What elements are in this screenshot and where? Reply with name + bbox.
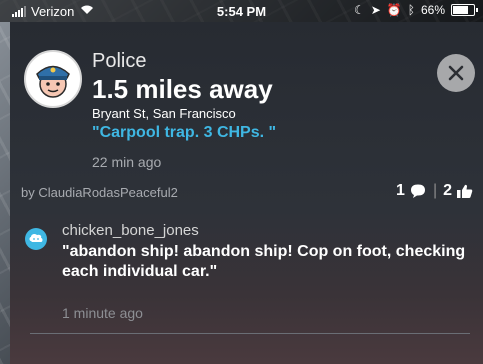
comment-time: 1 minute ago: [62, 305, 143, 321]
alert-address: Bryant St, San Francisco: [92, 106, 236, 121]
feedback-counts: 1 | 2: [396, 182, 473, 200]
wifi-icon: [80, 4, 94, 18]
close-button[interactable]: [437, 54, 475, 92]
alert-distance: 1.5 miles away: [92, 74, 273, 104]
signal-strength-icon: [12, 5, 26, 17]
battery-percent: 66%: [420, 3, 445, 17]
thumbs-up-icon[interactable]: [456, 184, 473, 199]
comment-author[interactable]: chicken_bone_jones: [62, 222, 199, 239]
close-icon: [448, 65, 464, 81]
alert-time: 22 min ago: [92, 154, 162, 170]
commenter-avatar: [25, 228, 47, 250]
alarm-icon: ⏰: [386, 3, 402, 17]
moon-icon: ☾: [353, 3, 365, 17]
comment-text: "abandon ship! abandon ship! Cop on foot…: [62, 243, 466, 280]
comment-bubble-icon[interactable]: [409, 183, 427, 199]
divider: [30, 333, 470, 334]
thanks-count: 2: [443, 182, 452, 199]
alert-description: "Carpool trap. 3 CHPs. ": [92, 124, 277, 141]
status-icons: ☾ ➤ ⏰ ᛒ 66%: [353, 3, 478, 17]
police-icon: [24, 50, 82, 108]
battery-icon: [451, 4, 478, 16]
bluetooth-icon: ᛒ: [407, 3, 415, 17]
comment-count: 1: [396, 182, 405, 199]
status-bar: Verizon 5:54 PM ☾ ➤ ⏰ ᛒ 66%: [0, 0, 483, 22]
reporter-name[interactable]: by ClaudiaRodasPeaceful2: [21, 185, 178, 200]
alert-type: Police: [92, 50, 147, 72]
location-arrow-icon: ➤: [370, 3, 381, 17]
counts-separator: |: [432, 182, 438, 199]
carrier-name: Verizon: [31, 3, 75, 19]
